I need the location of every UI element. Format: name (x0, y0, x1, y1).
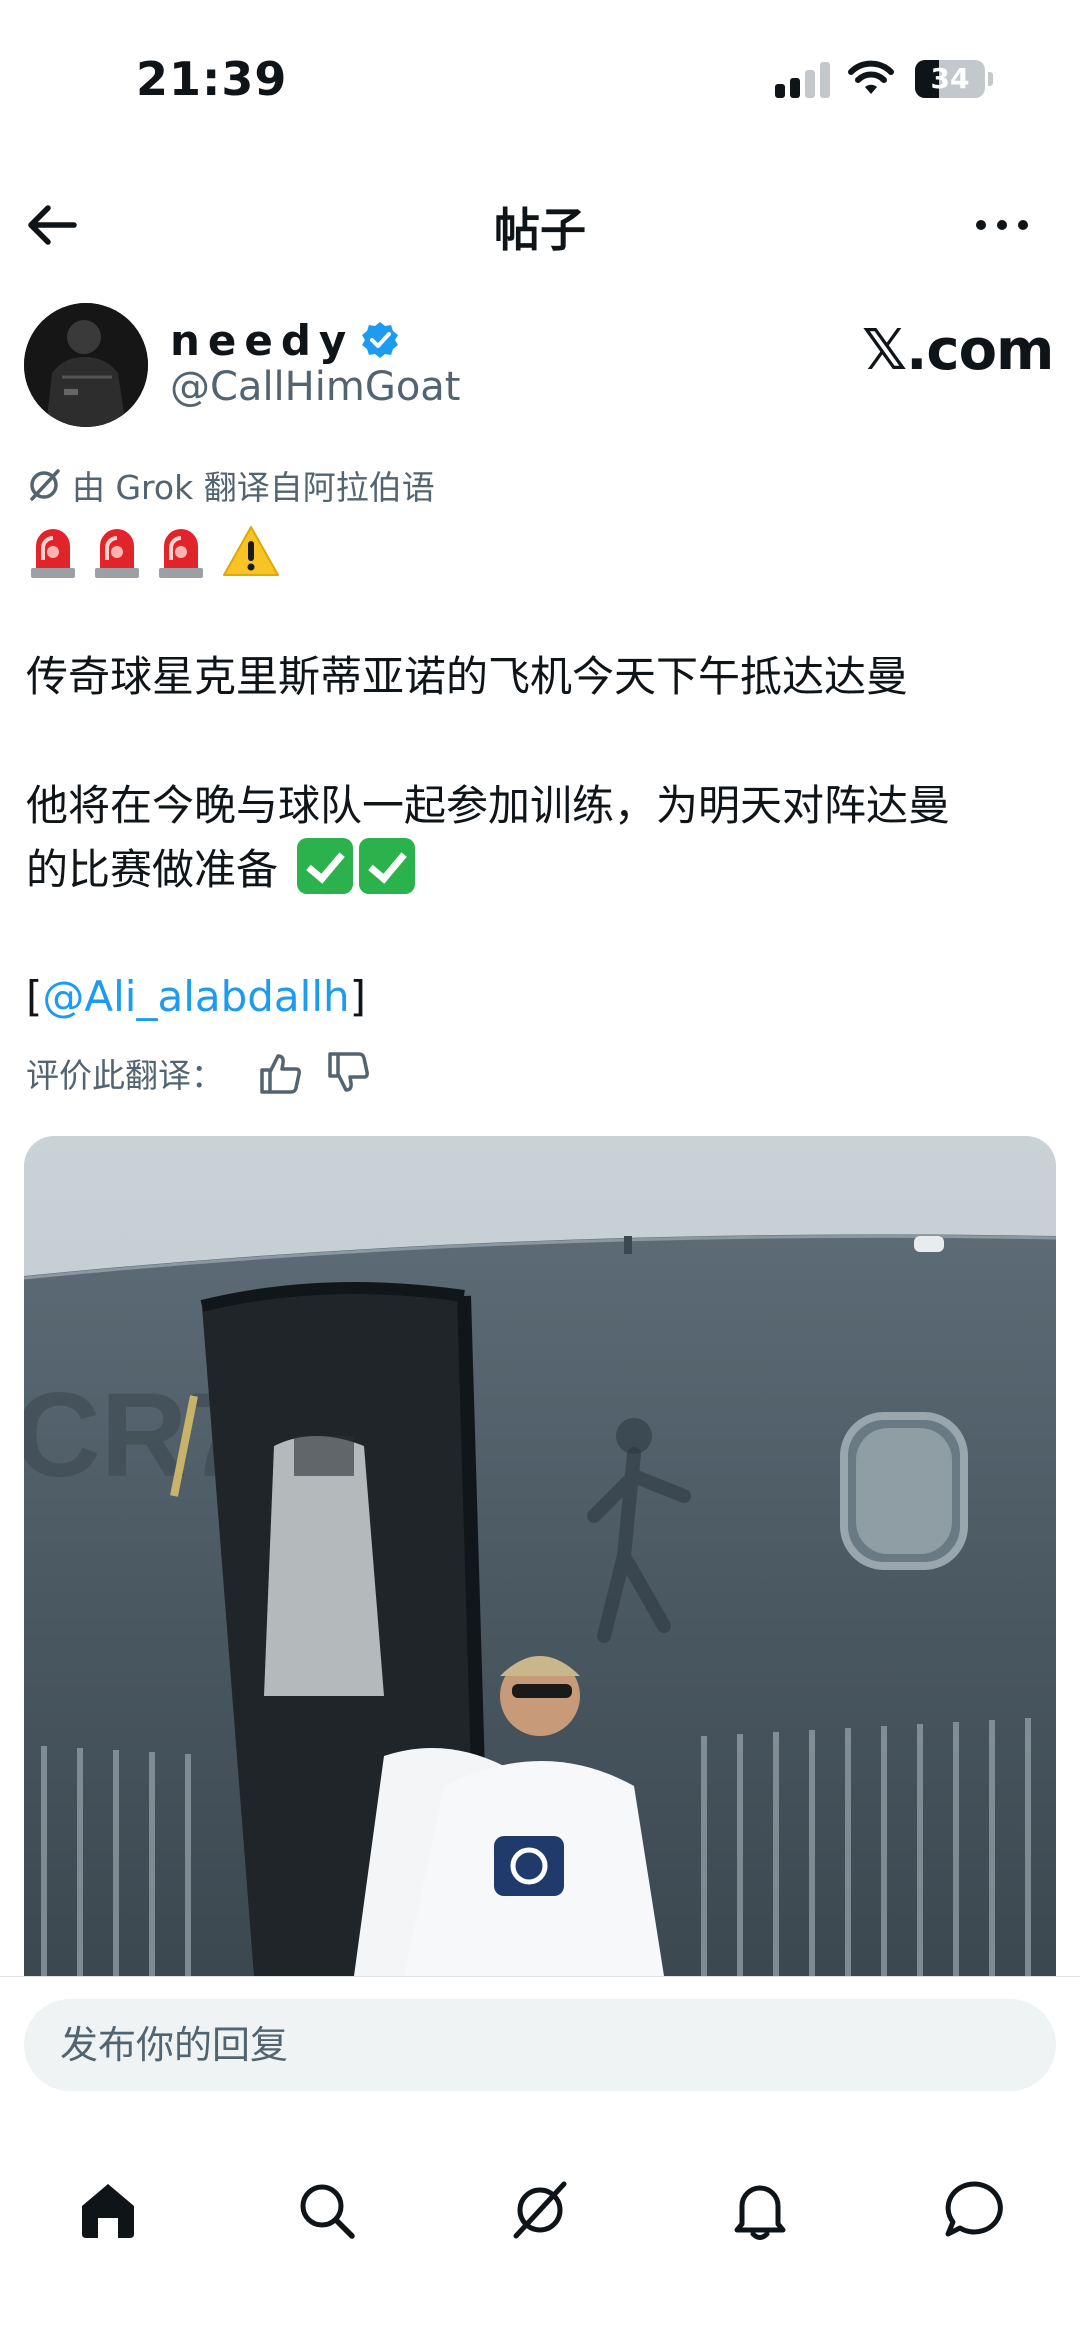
status-time: 21:39 (136, 52, 288, 106)
siren-icon (31, 529, 75, 578)
reply-input[interactable]: 发布你的回复 (24, 1999, 1056, 2091)
home-icon[interactable] (76, 2178, 140, 2242)
status-bar: 21:39 34 (0, 0, 1080, 160)
verified-badge-icon (362, 322, 399, 358)
notifications-icon[interactable] (728, 2178, 792, 2242)
post-paragraph-2-line-1: 他将在今晚与球队一起参加训练，为明天对阵达曼 (26, 781, 951, 830)
thumbs-down-icon[interactable] (326, 1050, 372, 1096)
avatar[interactable] (24, 303, 148, 427)
battery-level: 34 (930, 62, 970, 95)
battery-icon: 34 (915, 60, 985, 98)
post-paragraph-2-line-2-row: 的比赛做准备 (26, 838, 416, 901)
battery-cap (988, 72, 993, 86)
mention-link[interactable]: @Ali_alabdallh (42, 972, 349, 1021)
check-mark-icon (359, 838, 416, 894)
grok-icon (30, 469, 60, 501)
more-options-icon[interactable] (972, 210, 1032, 240)
page-title: 帖子 (494, 203, 586, 257)
mention-bracket-close: ] (349, 972, 367, 1021)
grok-icon[interactable] (508, 2178, 572, 2242)
check-mark-icon (297, 838, 354, 894)
translation-note-text: 由 Grok 翻译自阿拉伯语 (72, 468, 435, 507)
translation-note: 由 Grok 翻译自阿拉伯语 (26, 462, 435, 508)
author-name[interactable]: needy (170, 316, 354, 365)
rate-translation-label: 评价此翻译： (26, 1056, 224, 1095)
messages-icon[interactable] (942, 2178, 1006, 2242)
search-icon[interactable] (294, 2178, 358, 2242)
author-handle[interactable]: @CallHimGoat (170, 364, 461, 410)
cellular-signal-icon (775, 62, 831, 98)
thumbs-up-icon[interactable] (258, 1050, 304, 1096)
mention-row: [@Ali_alabdallh] (26, 966, 366, 1028)
wifi-icon (848, 60, 894, 94)
source-logo: 𝕏.com (862, 318, 1054, 383)
post-paragraph-1: 传奇球星克里斯蒂亚诺的飞机今天下午抵达达曼 (26, 652, 909, 701)
post-image[interactable]: CR7 (24, 1136, 1056, 1976)
post-paragraph-2-line-2: 的比赛做准备 (26, 845, 279, 894)
siren-icon (95, 529, 139, 578)
rate-translation-row: 评价此翻译： (26, 1045, 372, 1101)
warning-icon (223, 526, 279, 576)
bottom-nav (0, 2126, 1080, 2341)
nav-header: 帖子 (0, 170, 1080, 280)
siren-icon (159, 529, 203, 578)
reply-bar: 发布你的回复 (0, 1976, 1080, 2126)
mention-bracket-open: [ (26, 972, 43, 1021)
emoji-row (28, 520, 280, 582)
author-name-row[interactable]: needy (170, 312, 400, 368)
